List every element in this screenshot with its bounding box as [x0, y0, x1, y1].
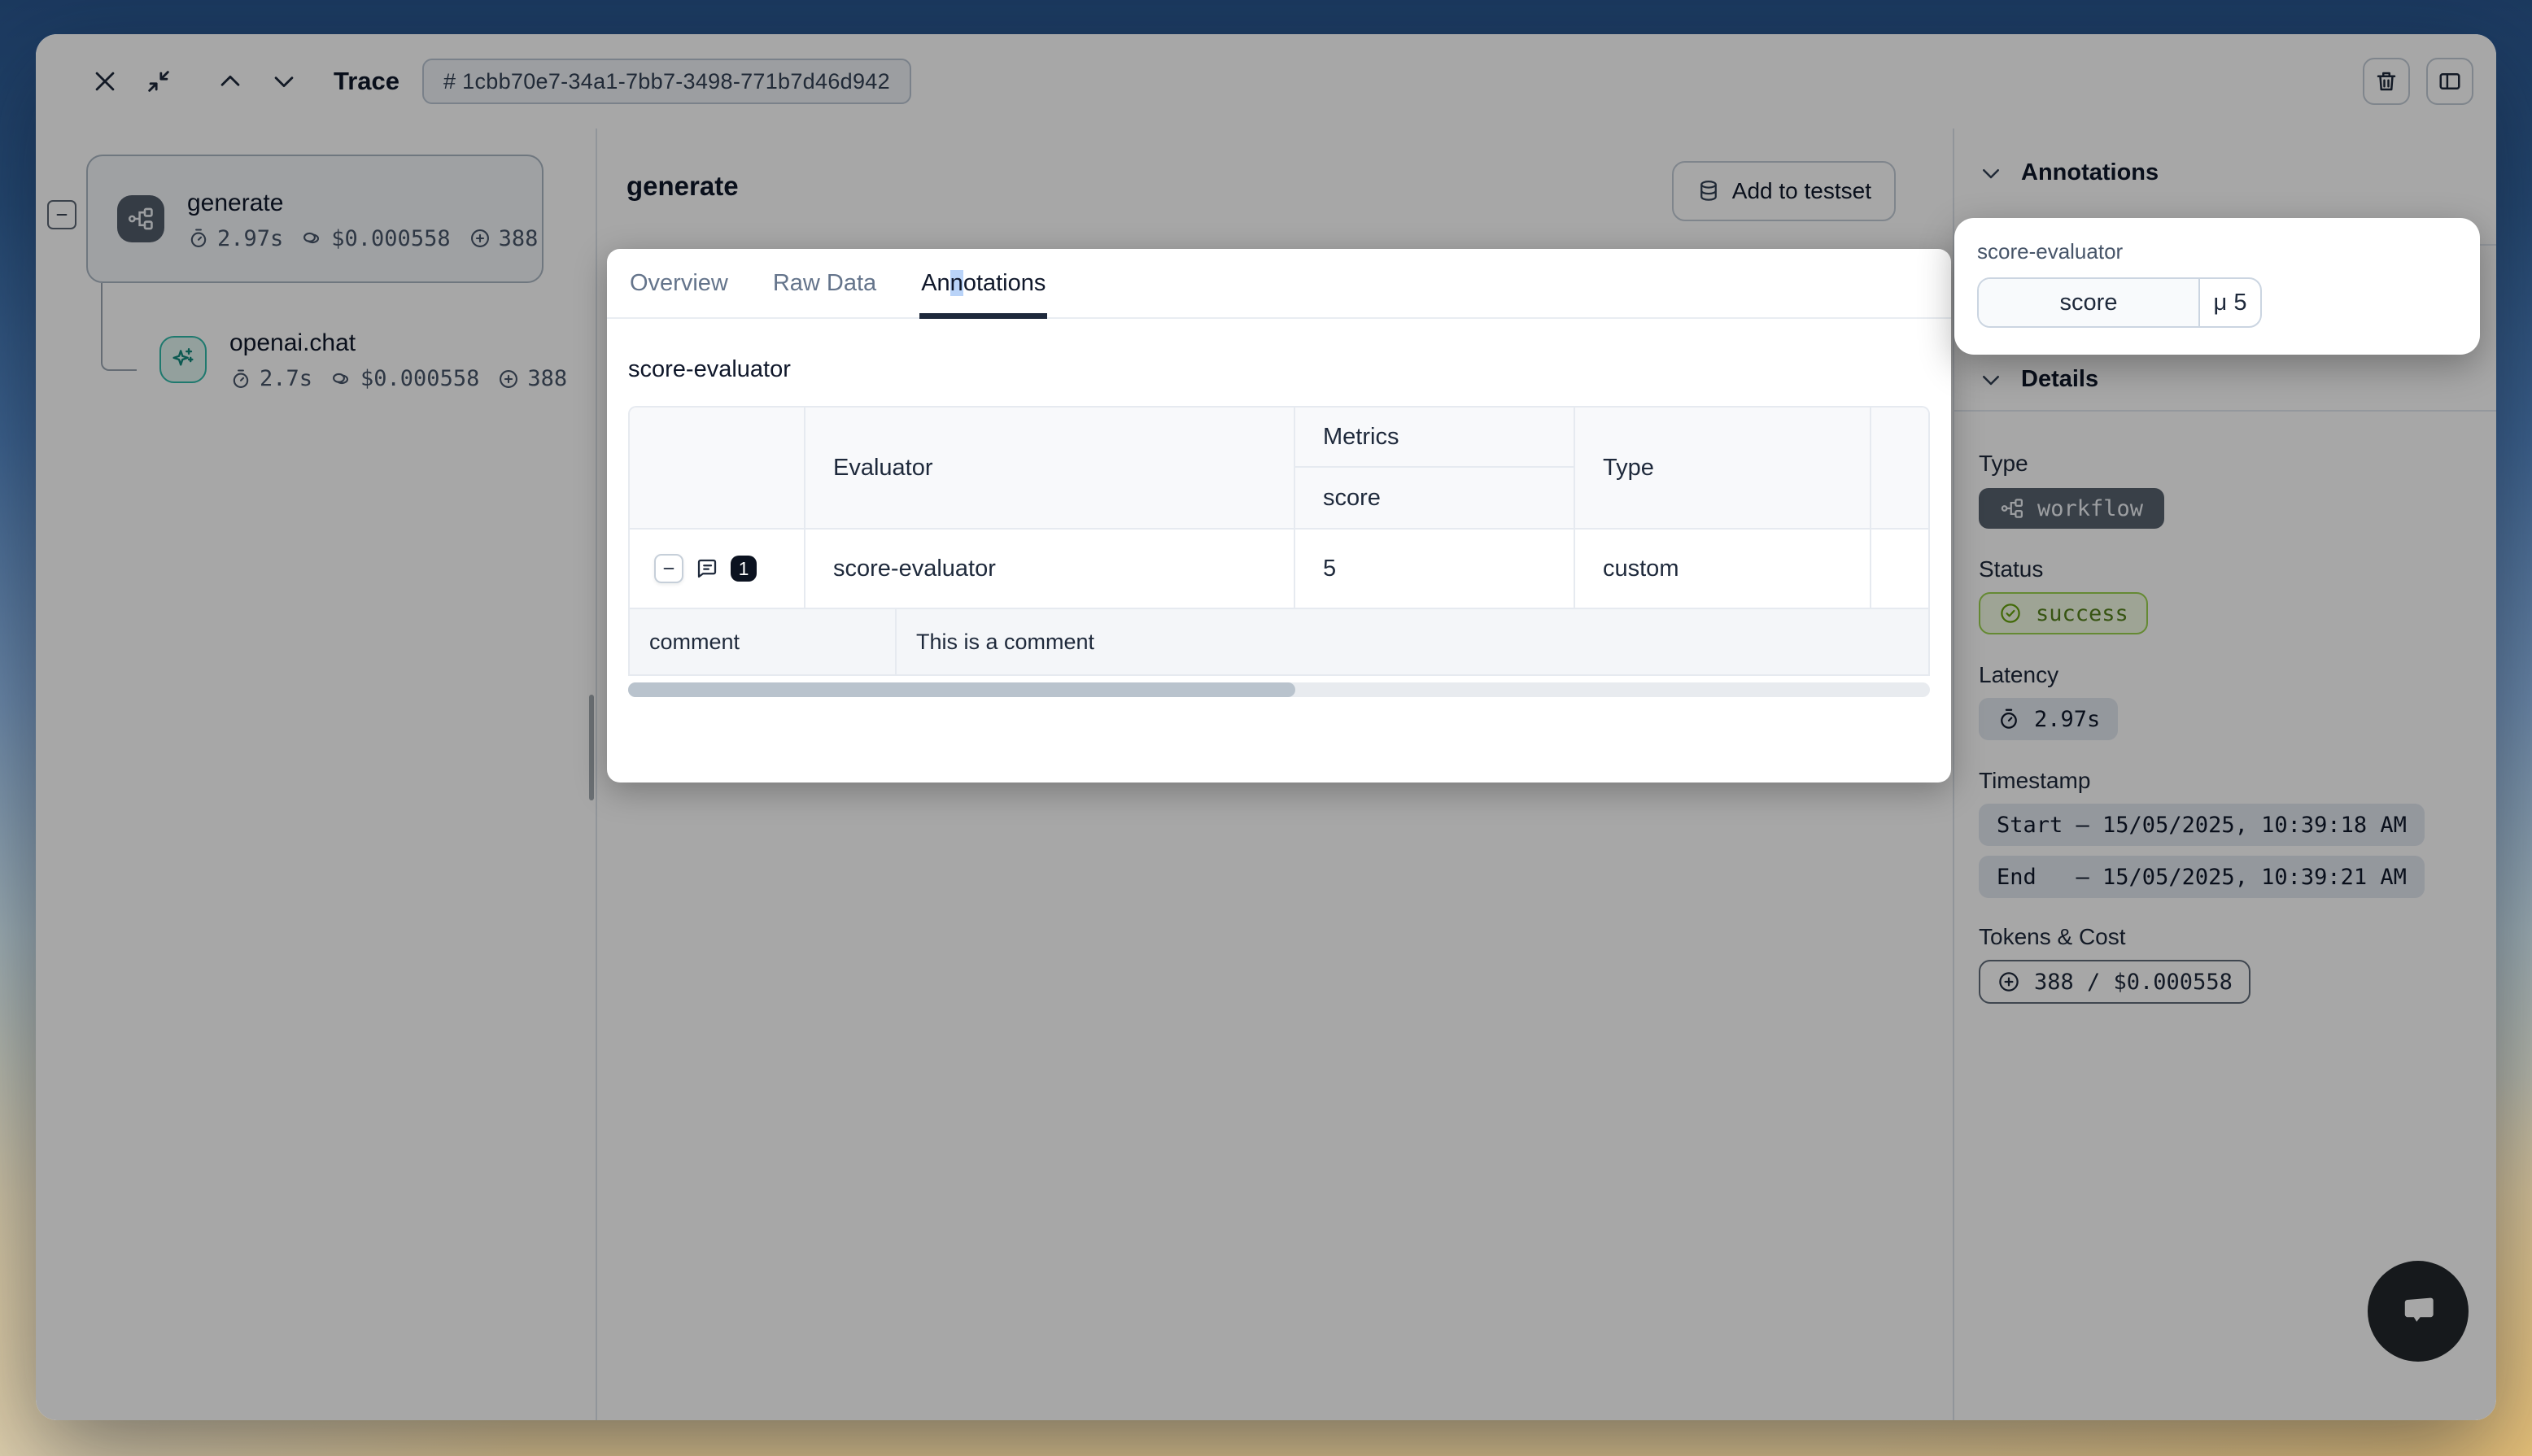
comment-key: comment — [630, 609, 895, 674]
minus-icon — [660, 560, 678, 578]
tab-bar: Overview Raw Data Annotations — [607, 249, 1951, 319]
header-cell-metrics-group: Metrics score — [1294, 408, 1574, 528]
evaluation-row: 1 score-evaluator 5 custom — [630, 528, 1928, 608]
cell-filler — [1870, 530, 1928, 608]
metric-name-segment: score — [1979, 279, 2200, 326]
collapse-row-button[interactable] — [654, 554, 683, 583]
header-cell-evaluator: Evaluator — [804, 408, 1294, 528]
evaluations-table: Evaluator Metrics score Type — [628, 406, 1930, 676]
horizontal-scrollbar-thumb[interactable] — [628, 682, 1295, 697]
annotations-card: Overview Raw Data Annotations score-eval… — [607, 249, 1951, 782]
trace-modal: Trace # 1cbb70e7-34a1-7bb7-3498-771b7d46… — [36, 34, 2496, 1420]
header-metrics-label: Metrics — [1295, 408, 1574, 468]
comment-row: comment This is a comment — [630, 608, 1928, 676]
tab-label: Overview — [630, 270, 728, 297]
header-cell-controls — [630, 408, 804, 528]
popover-evaluator-label: score-evaluator — [1977, 239, 2457, 264]
tab-label: Raw Data — [773, 270, 876, 297]
score-metric-control[interactable]: score μ 5 — [1977, 277, 2262, 328]
comment-count-badge: 1 — [731, 556, 757, 582]
comment-value: This is a comment — [895, 609, 1928, 674]
tab-label: Annotations — [921, 270, 1046, 297]
annotations-tab-content: score-evaluator Evaluator Metrics score … — [607, 356, 1951, 697]
comments-toggle-button[interactable] — [693, 555, 721, 582]
header-cell-filler — [1870, 408, 1928, 528]
comment-icon — [695, 556, 719, 581]
text-selection-highlight: n — [950, 270, 963, 296]
horizontal-scrollbar[interactable] — [628, 682, 1930, 697]
cell-score: 5 — [1294, 530, 1574, 608]
row-controls: 1 — [630, 530, 804, 608]
cell-evaluator: score-evaluator — [804, 530, 1294, 608]
table-header: Evaluator Metrics score Type — [630, 408, 1928, 528]
tab-annotations[interactable]: Annotations — [919, 249, 1047, 317]
annotation-popover: score-evaluator score μ 5 — [1954, 218, 2480, 355]
tab-overview[interactable]: Overview — [628, 249, 730, 317]
evaluator-section-title: score-evaluator — [628, 356, 1930, 383]
header-metric-score: score — [1295, 468, 1574, 528]
metric-value-segment: μ 5 — [2200, 279, 2260, 326]
header-cell-type: Type — [1574, 408, 1870, 528]
cell-type: custom — [1574, 530, 1870, 608]
tab-raw-data[interactable]: Raw Data — [771, 249, 878, 317]
